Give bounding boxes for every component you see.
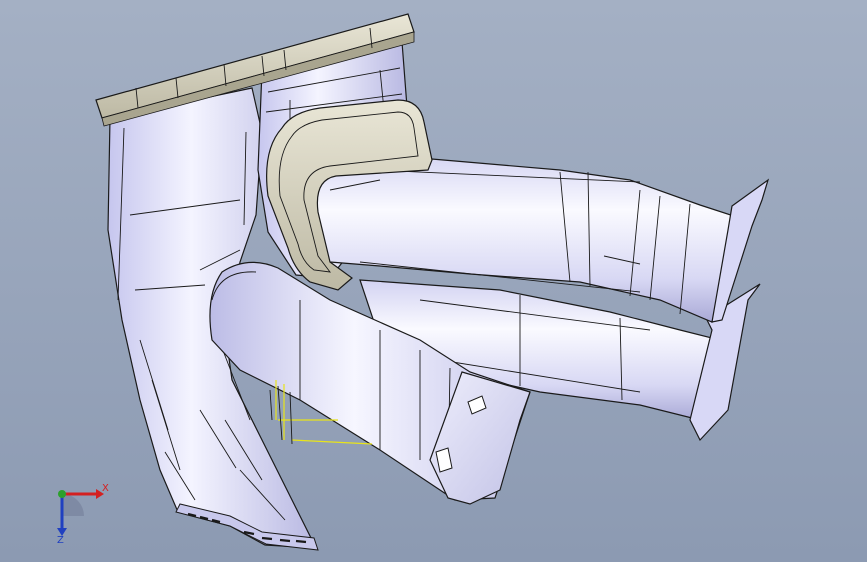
- manifold-model[interactable]: [0, 0, 867, 562]
- z-axis-label: Z: [57, 535, 64, 546]
- triad-shading: [62, 494, 84, 516]
- orientation-triad[interactable]: X Z: [40, 478, 110, 548]
- y-axis: [58, 490, 66, 498]
- graphics-viewport[interactable]: X Z: [0, 0, 867, 562]
- x-axis-label: X: [102, 483, 109, 494]
